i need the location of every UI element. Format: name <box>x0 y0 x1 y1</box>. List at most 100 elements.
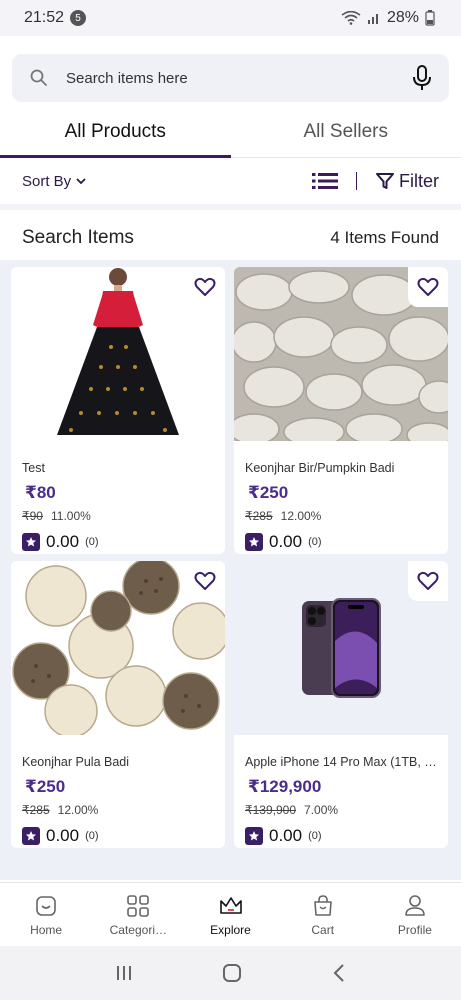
cart-icon <box>313 894 332 916</box>
product-price: ₹250 <box>25 777 66 796</box>
product-card[interactable]: Test ₹80 ₹90 11.00% 0.00 (0) <box>11 267 225 554</box>
product-image <box>234 267 448 441</box>
nav-label: Home <box>30 922 63 937</box>
product-price: ₹129,900 <box>248 777 322 796</box>
nav-categories[interactable]: Categori… <box>92 883 184 946</box>
product-discount: 12.00% <box>57 803 99 817</box>
system-navigation-bar <box>0 946 461 1000</box>
product-price: ₹80 <box>25 483 56 502</box>
heart-icon <box>417 277 439 296</box>
product-rating: 0.00 (0) <box>22 826 99 846</box>
product-discount: 7.00% <box>304 803 339 817</box>
product-mrp: ₹285 <box>22 803 50 817</box>
filter-button[interactable]: Filter <box>375 171 439 192</box>
heart-icon <box>417 571 439 590</box>
wishlist-button[interactable] <box>185 561 225 601</box>
nav-label: Categori… <box>109 922 167 937</box>
product-mrp: ₹90 <box>22 509 43 523</box>
battery-percent: 28% <box>386 9 419 26</box>
product-name: Keonjhar Bir/Pumpkin Badi <box>245 461 395 475</box>
toolbar-divider <box>356 172 357 190</box>
star-icon <box>22 533 40 551</box>
product-price: ₹250 <box>248 483 289 502</box>
star-icon <box>245 533 263 551</box>
nav-explore[interactable]: Explore <box>184 883 276 946</box>
profile-icon <box>405 894 425 916</box>
categories-icon <box>127 894 150 917</box>
rating-score: 0.00 <box>46 826 80 845</box>
nav-label: Cart <box>311 922 335 937</box>
product-old-price-row: ₹285 12.00% <box>245 509 321 523</box>
product-card[interactable]: Keonjhar Bir/Pumpkin Badi ₹250 ₹285 12.0… <box>234 267 448 554</box>
back-icon[interactable] <box>331 963 347 983</box>
product-image <box>11 561 225 735</box>
wishlist-button[interactable] <box>185 267 225 307</box>
heart-icon <box>194 277 216 296</box>
product-discount: 11.00% <box>50 509 91 523</box>
product-mrp: ₹139,900 <box>245 803 297 817</box>
product-grid: Test ₹80 ₹90 11.00% 0.00 (0) Keonjhar Bi… <box>0 260 461 880</box>
tab-all-products[interactable]: All Products <box>0 106 231 158</box>
nav-label: Explore <box>210 922 251 937</box>
tab-label: All Products <box>64 120 166 142</box>
search-icon <box>30 69 47 86</box>
microphone-icon[interactable] <box>411 64 433 92</box>
filter-icon <box>376 173 394 189</box>
search-bar[interactable] <box>12 54 449 102</box>
rating-score: 0.00 <box>46 532 80 551</box>
product-image <box>234 561 448 735</box>
results-count: 4 Items Found <box>330 228 439 247</box>
product-rating: 0.00 (0) <box>22 532 99 552</box>
product-name: Test <box>22 461 45 475</box>
status-left: 21:52 5 <box>24 9 87 27</box>
rating-score: 0.00 <box>269 532 303 551</box>
filter-label: Filter <box>399 170 439 191</box>
status-right: 28% <box>341 9 435 27</box>
wifi-icon <box>341 11 361 25</box>
nav-cart[interactable]: Cart <box>277 883 369 946</box>
tab-label: All Sellers <box>303 120 388 142</box>
product-card[interactable]: Apple iPhone 14 Pro Max (1TB, … ₹129,900… <box>234 561 448 848</box>
bottom-navigation: Home Categori… Explore Cart Profile <box>0 882 461 946</box>
rating-count: (0) <box>308 830 322 842</box>
rating-count: (0) <box>85 830 99 842</box>
results-title: Search Items <box>22 227 134 248</box>
rating-score: 0.00 <box>269 826 303 845</box>
chevron-down-icon <box>76 178 86 185</box>
status-bar: 21:52 5 28% <box>0 0 461 36</box>
product-image <box>11 267 225 441</box>
sort-by-label: Sort By <box>22 172 72 190</box>
product-mrp: ₹285 <box>245 509 273 523</box>
product-discount: 12.00% <box>280 509 322 523</box>
wishlist-button[interactable] <box>408 267 448 307</box>
battery-icon <box>425 10 435 26</box>
product-rating: 0.00 (0) <box>245 532 322 552</box>
home-button-icon[interactable] <box>221 962 243 984</box>
rating-count: (0) <box>85 536 99 548</box>
results-header: Search Items 4 Items Found <box>0 216 461 260</box>
nav-label: Profile <box>397 922 432 937</box>
sort-by-button[interactable]: Sort By <box>22 173 87 190</box>
product-seller-tabs: All Products All Sellers <box>0 106 461 158</box>
star-icon <box>245 827 263 845</box>
search-input[interactable] <box>66 69 411 87</box>
signal-icon <box>367 14 378 24</box>
crown-icon <box>219 896 242 914</box>
product-old-price-row: ₹90 11.00% <box>22 509 91 523</box>
list-view-icon[interactable] <box>312 172 338 190</box>
product-old-price-row: ₹285 12.00% <box>22 803 98 817</box>
nav-profile[interactable]: Profile <box>369 883 461 946</box>
nav-home[interactable]: Home <box>0 883 92 946</box>
wishlist-button[interactable] <box>408 561 448 601</box>
heart-icon <box>194 571 216 590</box>
tab-all-sellers[interactable]: All Sellers <box>231 106 461 157</box>
notification-badge: 5 <box>70 10 87 26</box>
product-name: Keonjhar Pula Badi <box>22 755 130 769</box>
product-old-price-row: ₹139,900 7.00% <box>245 803 338 817</box>
rating-count: (0) <box>308 536 322 548</box>
product-rating: 0.00 (0) <box>245 826 322 846</box>
sort-filter-toolbar: Sort By Filter <box>0 158 461 210</box>
home-icon <box>36 895 56 916</box>
product-card[interactable]: Keonjhar Pula Badi ₹250 ₹285 12.00% 0.00… <box>11 561 225 848</box>
recent-apps-icon[interactable] <box>114 964 134 982</box>
